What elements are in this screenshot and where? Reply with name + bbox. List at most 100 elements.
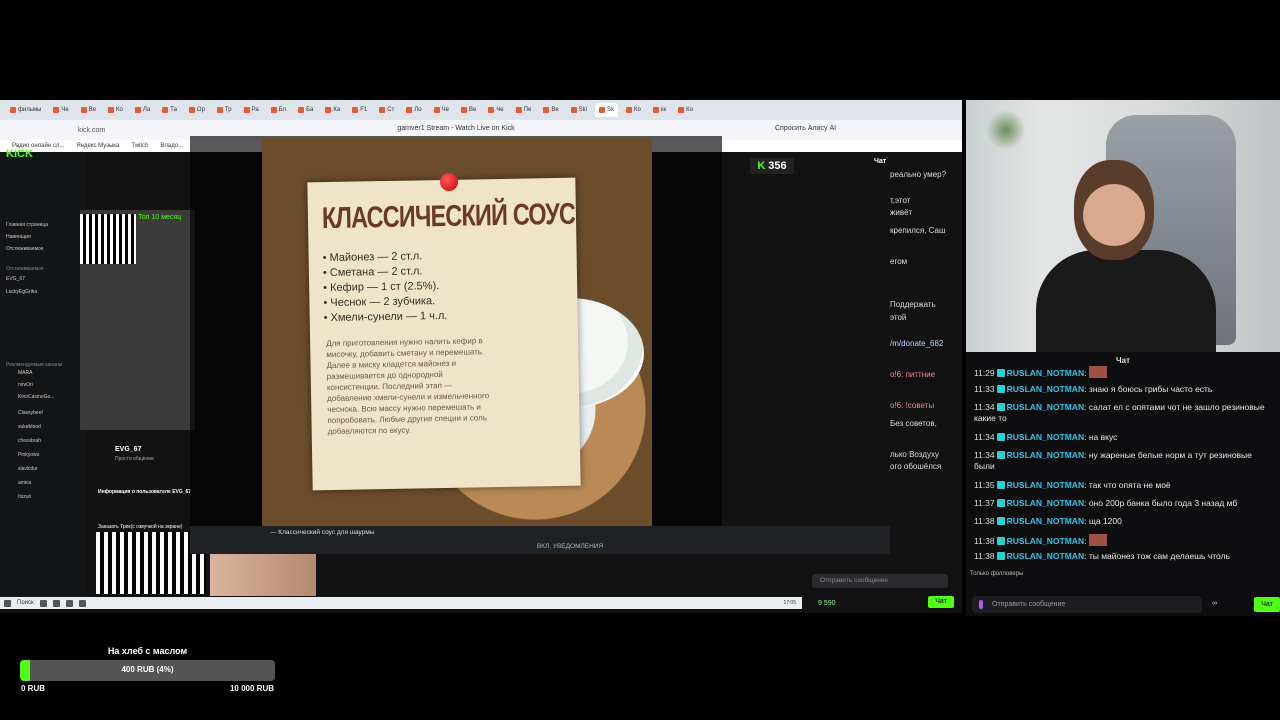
browser-tab[interactable]: Тр [213, 103, 236, 117]
following-header: Отслеживаемое [6, 266, 44, 272]
message-username[interactable]: RUSLAN_NOTMAN [1007, 368, 1084, 378]
browser-tab[interactable]: Бл [267, 103, 290, 117]
chat-input-placeholder: Отправить сообщение [992, 601, 1066, 608]
mic-icon[interactable] [979, 600, 983, 609]
tab-label: Ло [414, 107, 422, 113]
chat-line: ого обошёлся [890, 462, 942, 471]
followed-channel[interactable]: EVG_67 [6, 276, 25, 282]
browser-tab[interactable]: Че [430, 103, 453, 117]
followed-channel[interactable]: LuckyEgGrika [6, 289, 37, 295]
ingredient: • Сметана — 2 ст.л. [322, 265, 423, 280]
browser-tab[interactable]: Ве [539, 103, 562, 117]
donation-progress-text: 400 RUB (4%) [121, 665, 174, 674]
browser-chat-input[interactable]: Отправить сообщение [812, 574, 948, 588]
tab-label: F1 [360, 107, 368, 113]
channel-category[interactable]: Просто общение [115, 456, 154, 462]
app-icon[interactable] [39, 599, 47, 607]
recommended-channel[interactable]: KinoCasinoGo... [18, 394, 54, 400]
chat-message: 11:34 RUSLAN_NOTMAN: на вкус [974, 432, 1118, 442]
browser-tab[interactable]: Ski [567, 103, 591, 117]
tab-favicon-icon [599, 107, 605, 113]
subscriber-badge-icon [996, 451, 1005, 459]
message-username[interactable]: RUSLAN_NOTMAN [1007, 450, 1084, 460]
browser-tab[interactable]: Че [49, 103, 72, 117]
nav-browse[interactable]: Навигация [6, 234, 31, 240]
message-username[interactable]: RUSLAN_NOTMAN [1007, 516, 1084, 526]
nav-home[interactable]: Главная страница [6, 222, 48, 228]
recommended-channel[interactable]: amica [18, 480, 31, 486]
tab-label: фильмы [18, 107, 42, 113]
tab-label: Ст [387, 107, 395, 113]
browser-tab[interactable]: Че [484, 103, 507, 117]
browser-tab[interactable]: фильмы [6, 103, 45, 117]
browser-tab[interactable]: кк [649, 103, 670, 117]
pin-icon [440, 173, 458, 191]
message-text: так что опята не моё [1088, 480, 1171, 490]
app-icon[interactable] [78, 599, 86, 607]
message-text: оно 200р банка было года 3 назад мб [1088, 498, 1238, 508]
recommended-channel[interactable]: nirvOri [18, 382, 33, 388]
message-username[interactable]: RUSLAN_NOTMAN [1007, 480, 1084, 490]
chat-input[interactable]: Отправить сообщение [972, 596, 1202, 613]
windows-taskbar: Поиск 17:05 [0, 597, 802, 609]
recommended-channel[interactable]: MARA [18, 370, 32, 376]
recommended-channel[interactable]: Itszuri [18, 494, 31, 500]
recommended-channel[interactable]: sukeblood [18, 424, 41, 430]
chat-message: 11:37 RUSLAN_NOTMAN: оно 200р банка было … [974, 498, 1238, 508]
browser-tab[interactable]: F1 [348, 103, 371, 117]
ask-alisa-button[interactable]: Спросить Алису AI [775, 125, 836, 132]
message-username[interactable]: RUSLAN_NOTMAN [1007, 498, 1084, 508]
tab-favicon-icon [80, 107, 87, 113]
start-icon[interactable] [4, 599, 11, 607]
url-text[interactable]: kick.com [78, 127, 105, 134]
message-username[interactable]: RUSLAN_NOTMAN [1007, 384, 1084, 394]
recommended-channel[interactable]: slavicdur [18, 466, 38, 472]
message-username[interactable]: RUSLAN_NOTMAN [1007, 551, 1084, 561]
channel-name[interactable]: EVG_67 [115, 446, 141, 453]
message-username[interactable]: RUSLAN_NOTMAN [1007, 432, 1084, 442]
browser-tab[interactable]: Пе [512, 103, 536, 117]
bookmark-item[interactable]: Яндекс Музыка [76, 143, 119, 149]
browser-tab[interactable]: Ка [321, 103, 344, 117]
browser-tab[interactable]: Ла [131, 103, 154, 117]
app-icon[interactable] [52, 599, 60, 607]
browser-tab[interactable]: Ра [240, 103, 263, 117]
browser-tab[interactable]: Ба [294, 103, 317, 117]
bookmark-item[interactable]: Владо... [160, 143, 183, 149]
chat-link[interactable]: /m/donate_682 [890, 339, 943, 348]
browser-tab[interactable]: Ве [77, 103, 100, 117]
tab-favicon-icon [515, 107, 522, 113]
browser-tab[interactable]: Ко [674, 103, 697, 117]
taskbar-search[interactable]: Поиск [17, 600, 34, 606]
tab-label: Ла [142, 107, 151, 113]
browser-chat-button[interactable]: Чат [928, 596, 954, 608]
tab-label: Ве [468, 107, 477, 113]
chat-send-button[interactable]: Чат [1254, 597, 1280, 612]
recommended-channel[interactable]: Pinkyowu [18, 452, 39, 458]
browser-kicks-balance[interactable]: 9 590 [818, 600, 836, 607]
browser-tab[interactable]: Ко [104, 103, 127, 117]
message-username[interactable]: RUSLAN_NOTMAN [1007, 402, 1084, 412]
browser-tab[interactable]: Ло [402, 103, 425, 117]
recommended-channel[interactable]: Classybeef [18, 410, 43, 416]
browser-tab[interactable]: Ко [622, 103, 645, 117]
streamer-body [1036, 250, 1216, 352]
browser-tab[interactable]: Ор [185, 103, 209, 117]
ingredient: • Кефир — 1 ст (2.5%). [323, 280, 440, 295]
browser-tab[interactable]: Sk [595, 103, 619, 117]
bookmark-item[interactable]: Twitch [131, 143, 148, 149]
enable-notifications-button[interactable]: ВКЛ. УВЕДОМЛЕНИЯ [190, 543, 950, 550]
app-icon[interactable] [65, 599, 73, 607]
browser-tab[interactable]: Ст [375, 103, 398, 117]
nav-following[interactable]: Отслеживаемое [6, 246, 44, 252]
recommended-channel[interactable]: chessbrah [18, 438, 41, 444]
kicks-balance[interactable]: ∞ [1212, 600, 1217, 607]
message-username[interactable]: RUSLAN_NOTMAN [1007, 536, 1084, 546]
browser-tab[interactable]: Та [158, 103, 181, 117]
browser-tab[interactable]: Ве [457, 103, 480, 117]
donation-max-label: 10 000 RUB [229, 684, 274, 693]
chat-line: Без советов, [890, 419, 937, 428]
subscriber-badge-icon [996, 537, 1005, 545]
kick-logo[interactable]: KICK [6, 148, 33, 160]
chat-message: 11:35 RUSLAN_NOTMAN: так что опята не моё [974, 480, 1171, 490]
